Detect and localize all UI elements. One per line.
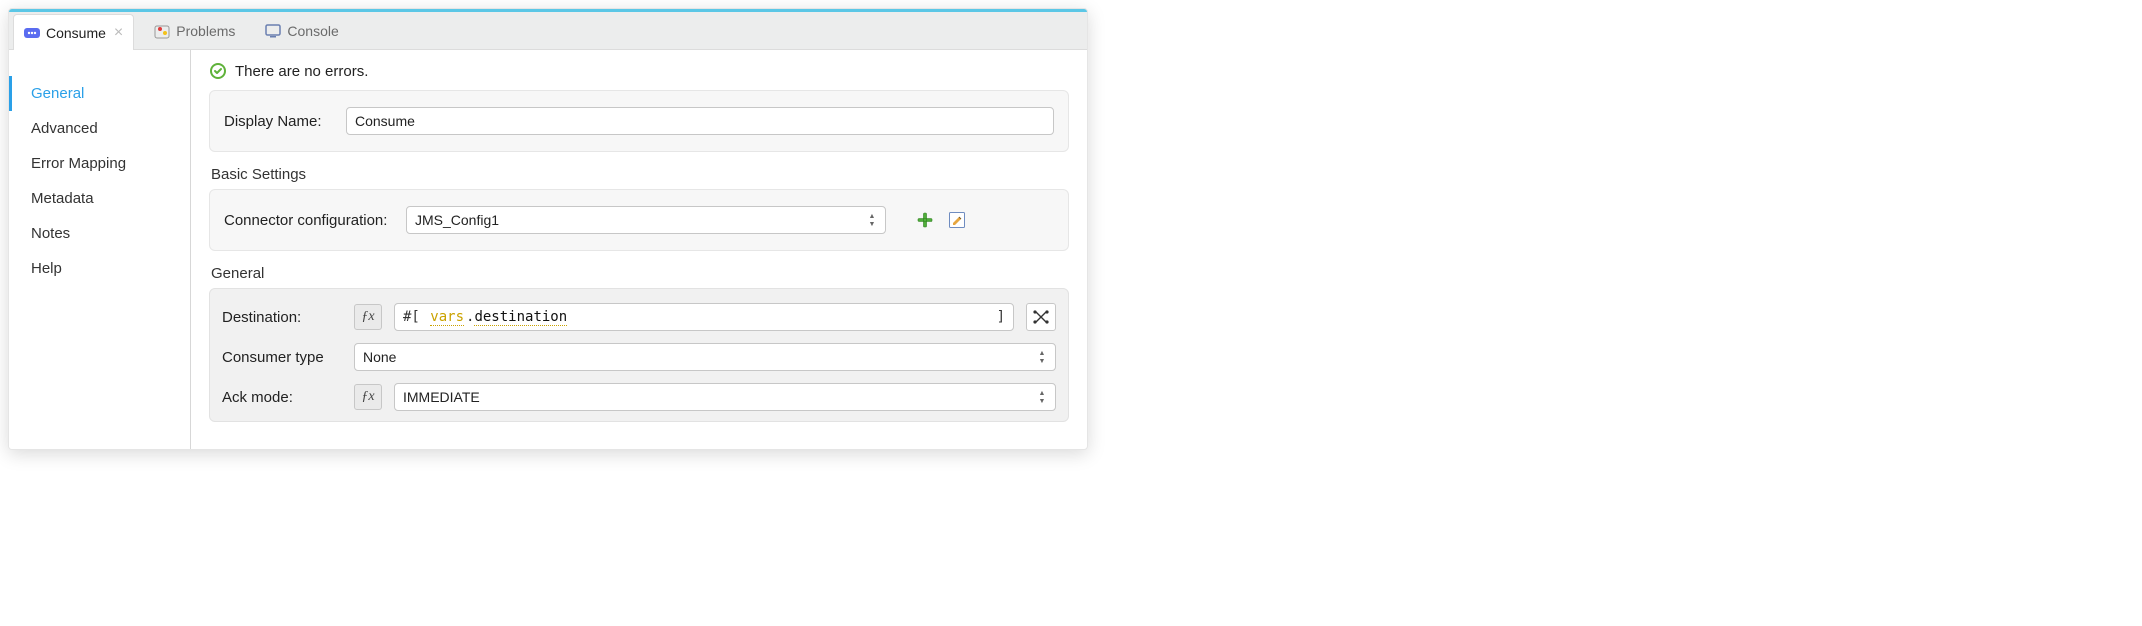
problems-icon (154, 23, 170, 39)
stepper-icon: ▲▼ (1035, 350, 1049, 365)
edit-icon (948, 211, 966, 229)
sidebar-item-label: Help (31, 260, 62, 277)
map-icon (1032, 309, 1050, 325)
tab-label: Console (287, 23, 338, 39)
tab-console[interactable]: Console (255, 13, 348, 49)
editor-window: Consume × Problems Console (8, 8, 1088, 450)
display-name-panel: Display Name: (209, 90, 1069, 152)
stepper-icon: ▲▼ (1035, 390, 1049, 405)
sidebar-item-label: Advanced (31, 120, 98, 137)
sidebar-item-error-mapping[interactable]: Error Mapping (9, 146, 190, 181)
sidebar-item-label: Notes (31, 225, 70, 242)
sidebar-item-help[interactable]: Help (9, 251, 190, 286)
tab-problems[interactable]: Problems (144, 13, 245, 49)
sidebar-item-general[interactable]: General (9, 76, 190, 111)
tab-label: Consume (46, 25, 106, 41)
status-message: There are no errors. (235, 63, 368, 80)
consumer-type-value: None (363, 349, 396, 365)
tab-consume[interactable]: Consume × (13, 14, 134, 50)
sidebar-item-label: Metadata (31, 190, 94, 207)
ack-mode-label: Ack mode: (222, 389, 342, 406)
status-row: There are no errors. (209, 62, 1069, 80)
fx-toggle-ackmode[interactable]: ƒx (354, 384, 382, 410)
general-title: General (211, 265, 1069, 282)
map-destination-button[interactable] (1026, 303, 1056, 331)
basic-settings-title: Basic Settings (211, 166, 1069, 183)
add-icon (916, 211, 934, 229)
editor-body: General Advanced Error Mapping Metadata … (9, 49, 1087, 449)
sidebar-item-advanced[interactable]: Advanced (9, 111, 190, 146)
sidebar-item-label: General (31, 85, 84, 102)
ok-check-icon (209, 62, 227, 80)
connector-config-select[interactable]: JMS_Config1 ▲▼ (406, 206, 886, 234)
destination-expression-input[interactable]: #[ vars.destination ] (394, 303, 1014, 331)
close-icon[interactable]: × (114, 25, 123, 41)
tab-bar: Consume × Problems Console (9, 9, 1087, 49)
ack-mode-select[interactable]: IMMEDIATE ▲▼ (394, 383, 1056, 411)
ack-mode-value: IMMEDIATE (403, 389, 480, 405)
sidebar: General Advanced Error Mapping Metadata … (9, 50, 191, 449)
destination-label: Destination: (222, 309, 342, 326)
display-name-label: Display Name: (224, 113, 334, 130)
stepper-icon: ▲▼ (865, 213, 879, 228)
sidebar-item-label: Error Mapping (31, 155, 126, 172)
console-icon (265, 23, 281, 39)
general-panel: Destination: ƒx #[ vars.destination ] (209, 288, 1069, 422)
consumer-type-select[interactable]: None ▲▼ (354, 343, 1056, 371)
consumer-type-label: Consumer type (222, 349, 342, 366)
consume-icon (24, 25, 40, 41)
display-name-input[interactable] (346, 107, 1054, 135)
basic-settings-panel: Connector configuration: JMS_Config1 ▲▼ (209, 189, 1069, 251)
edit-config-button[interactable] (944, 207, 970, 233)
connector-config-value: JMS_Config1 (415, 212, 499, 228)
tab-label: Problems (176, 23, 235, 39)
main-panel: There are no errors. Display Name: Basic… (191, 50, 1087, 449)
add-config-button[interactable] (912, 207, 938, 233)
connector-config-label: Connector configuration: (224, 212, 394, 229)
fx-toggle-destination[interactable]: ƒx (354, 304, 382, 330)
sidebar-item-metadata[interactable]: Metadata (9, 181, 190, 216)
sidebar-item-notes[interactable]: Notes (9, 216, 190, 251)
